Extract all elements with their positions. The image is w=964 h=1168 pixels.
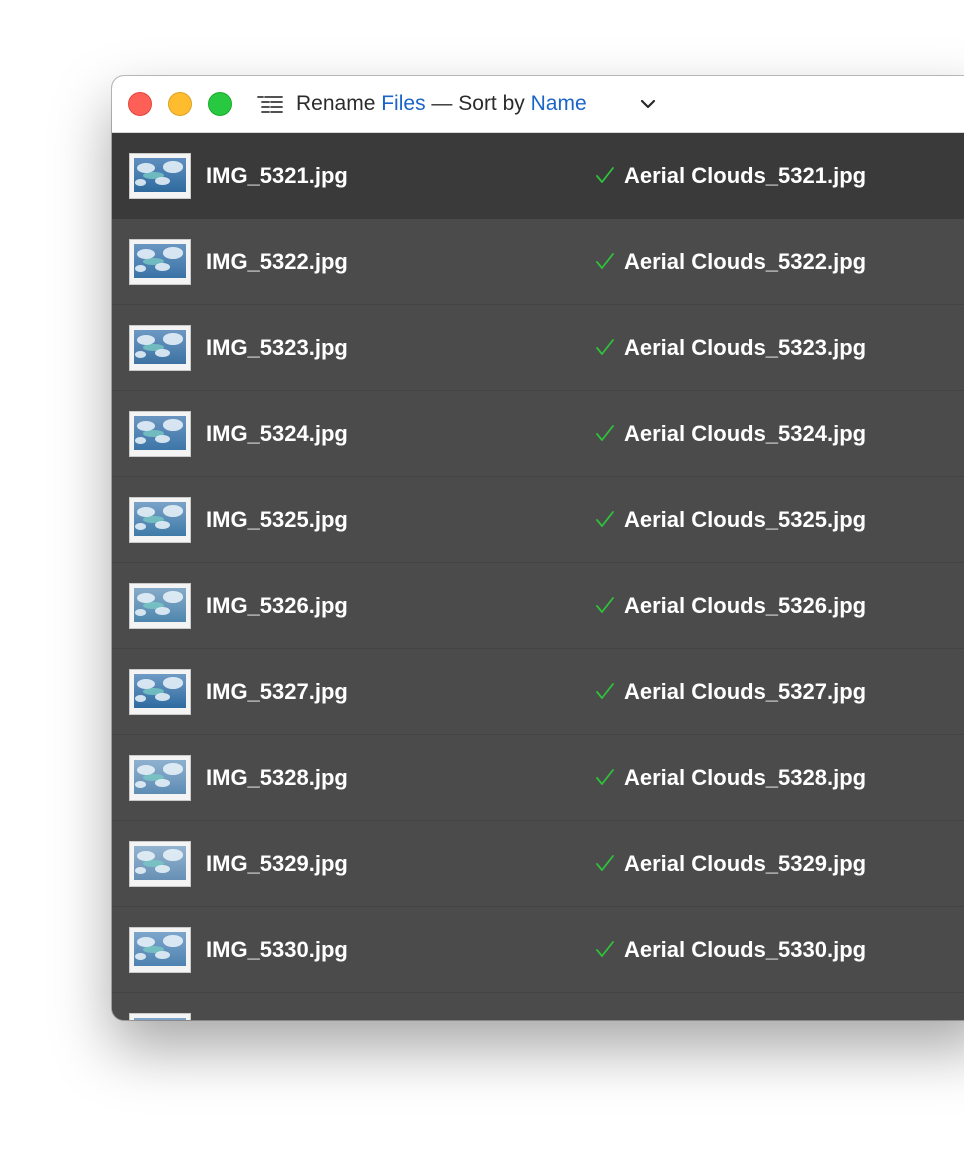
thumbnail-image [134,760,186,794]
checkmark-icon [596,855,614,871]
file-row[interactable]: IMG_5329.jpg Aerial Clouds_5329.jpg [112,821,964,907]
title-menu[interactable]: Rename Files — Sort by Name [256,76,587,132]
original-filename: IMG_5321.jpg [206,163,348,188]
image-thumbnail [129,841,191,887]
renamed-filename: Aerial Clouds_5322.jpg [624,249,867,274]
original-filename: IMG_5329.jpg [206,851,348,876]
checkmark-icon [596,941,614,957]
image-thumbnail [129,239,191,285]
zoom-window-button[interactable] [208,92,232,116]
checkmark-icon [596,167,614,183]
image-thumbnail [129,669,191,715]
original-filename: IMG_5330.jpg [206,937,348,962]
original-filename: IMG_5328.jpg [206,765,348,790]
file-row[interactable]: IMG_5330.jpg Aerial Clouds_5330.jpg [112,907,964,993]
checkmark-icon [596,597,614,613]
image-thumbnail [129,583,191,629]
image-thumbnail [129,1013,191,1020]
thumbnail-image [134,1018,186,1020]
file-row[interactable]: IMG_5322.jpg Aerial Clouds_5322.jpg [112,219,964,305]
title-separator: — Sort by [431,92,525,115]
title-sort-token[interactable]: Name [531,92,587,116]
checkmark-icon [596,425,614,441]
checkmark-icon [596,339,614,355]
thumbnail-image [134,846,186,880]
checkmark-icon [596,511,614,527]
image-thumbnail [129,153,191,199]
file-row[interactable]: IMG_5325.jpg Aerial Clouds_5325.jpg [112,477,964,563]
thumbnail-image [134,330,186,364]
file-row[interactable] [112,993,964,1020]
original-filename: IMG_5326.jpg [206,593,348,618]
title-files-token[interactable]: Files [381,92,425,116]
renamed-filename: Aerial Clouds_5321.jpg [624,163,867,188]
original-filename: IMG_5324.jpg [206,421,348,446]
image-thumbnail [129,497,191,543]
renamed-filename: Aerial Clouds_5328.jpg [624,765,867,790]
file-list: IMG_5321.jpg Aerial Clouds_5321.jpg IMG_… [112,133,964,1020]
title-prefix: Rename [296,92,376,115]
thumbnail-image [134,244,186,278]
original-filename: IMG_5325.jpg [206,507,348,532]
file-row[interactable]: IMG_5323.jpg Aerial Clouds_5323.jpg [112,305,964,391]
thumbnail-image [134,158,186,192]
renamed-filename: Aerial Clouds_5329.jpg [624,851,867,876]
renamed-filename: Aerial Clouds_5323.jpg [624,335,867,360]
original-filename: IMG_5323.jpg [206,335,348,360]
minimize-window-button[interactable] [168,92,192,116]
image-thumbnail [129,927,191,973]
file-row[interactable]: IMG_5328.jpg Aerial Clouds_5328.jpg [112,735,964,821]
renamed-filename: Aerial Clouds_5327.jpg [624,679,867,704]
thumbnail-image [134,588,186,622]
rename-window: Rename Files — Sort by Name IMG_5321.jpg [112,76,964,1020]
checkmark-icon [596,683,614,699]
thumbnail-image [134,502,186,536]
renamed-filename: Aerial Clouds_5325.jpg [624,507,867,532]
thumbnail-image [134,416,186,450]
file-row[interactable]: IMG_5327.jpg Aerial Clouds_5327.jpg [112,649,964,735]
close-window-button[interactable] [128,92,152,116]
original-filename: IMG_5322.jpg [206,249,348,274]
renamed-filename: Aerial Clouds_5326.jpg [624,593,867,618]
file-row[interactable]: IMG_5324.jpg Aerial Clouds_5324.jpg [112,391,964,477]
image-thumbnail [129,325,191,371]
title-bar: Rename Files — Sort by Name [112,76,964,133]
checkmark-icon [596,769,614,785]
checkmark-icon [596,253,614,269]
list-icon [257,96,283,113]
renamed-filename: Aerial Clouds_5324.jpg [624,421,867,446]
image-thumbnail [129,411,191,457]
chevron-down-icon[interactable] [638,94,658,114]
thumbnail-image [134,674,186,708]
image-thumbnail [129,755,191,801]
thumbnail-image [134,932,186,966]
original-filename: IMG_5327.jpg [206,679,348,704]
file-row[interactable]: IMG_5321.jpg Aerial Clouds_5321.jpg [112,133,964,219]
file-row[interactable]: IMG_5326.jpg Aerial Clouds_5326.jpg [112,563,964,649]
renamed-filename: Aerial Clouds_5330.jpg [624,937,867,962]
